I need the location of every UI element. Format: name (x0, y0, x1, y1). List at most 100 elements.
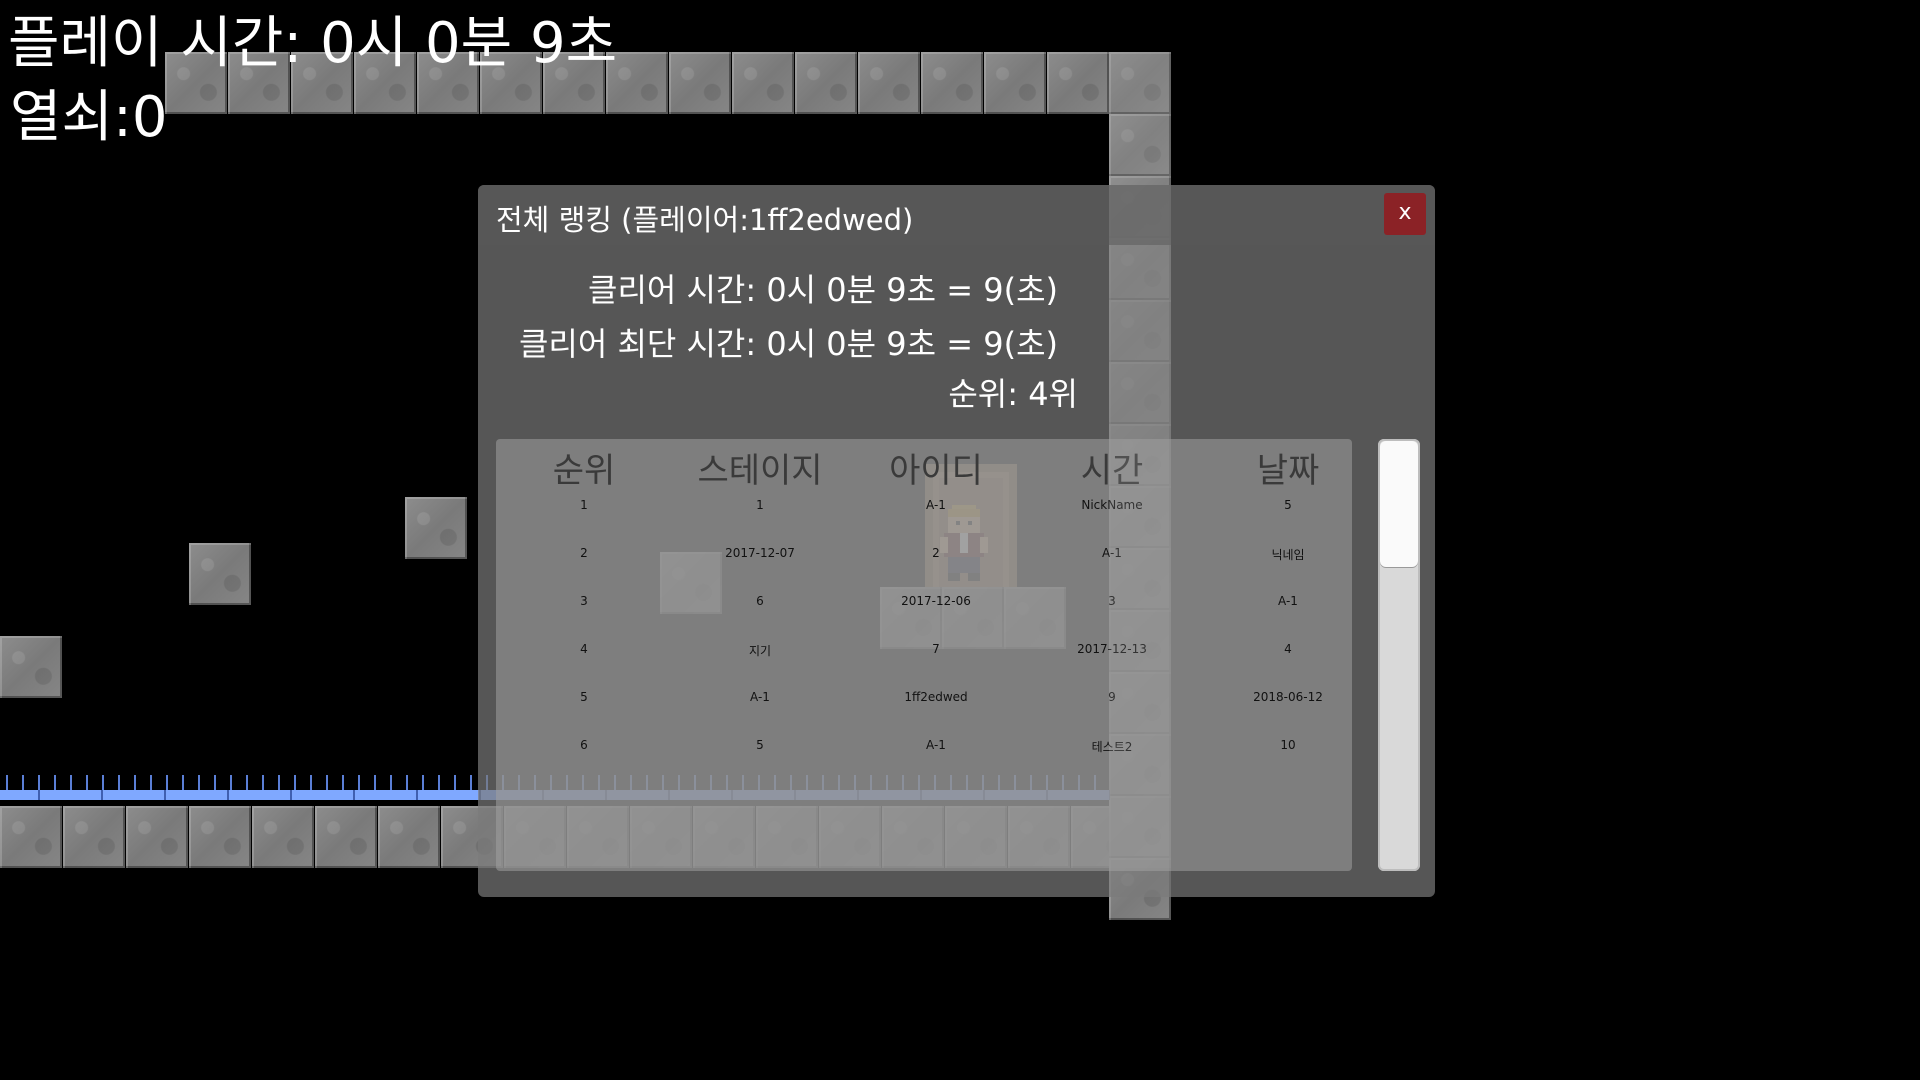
table-cell: 2017-12-13 (1077, 642, 1147, 656)
wall-tile (921, 52, 983, 114)
table-cell: 닉네임 (1271, 548, 1305, 562)
spike (358, 775, 360, 790)
spike (182, 775, 184, 790)
table-cell: 3 (580, 594, 588, 608)
spike (6, 775, 8, 790)
spike (326, 775, 328, 790)
spike (134, 775, 136, 790)
spike (54, 775, 56, 790)
column-header: 스테이지 (697, 451, 823, 491)
play-time-label: 플레이 시간: 0시 0분 9초 (8, 11, 618, 76)
wall-tile (732, 52, 794, 114)
spike (438, 775, 440, 790)
table-cell: A-1 (926, 738, 946, 752)
scrollbar-thumb[interactable] (1380, 441, 1418, 567)
table-cell: 5 (580, 690, 588, 704)
column-header: 시간 (1080, 451, 1144, 491)
wall-tile (795, 52, 857, 114)
spike (118, 775, 120, 790)
wall-tile (669, 52, 731, 114)
table-cell: 2 (580, 546, 588, 560)
table-cell: 1 (756, 498, 764, 512)
rank-text: 순위: 4위 (948, 375, 1078, 413)
floating-block (405, 497, 467, 559)
spike (374, 775, 376, 790)
floor-tile (63, 806, 125, 868)
table-cell: 2018-06-12 (1253, 690, 1323, 704)
table-cell: A-1 (1102, 546, 1122, 560)
spike (422, 775, 424, 790)
table-cell: 2 (932, 546, 940, 560)
spike (390, 775, 392, 790)
table-cell: 5 (1284, 498, 1292, 512)
table-cell: 1 (580, 498, 588, 512)
rail-divider (101, 790, 103, 800)
column-header: 순위 (552, 451, 616, 491)
spike (150, 775, 152, 790)
spike (278, 775, 280, 790)
table-cell: 7 (932, 642, 940, 656)
ranking-dialog: 전체 랭킹 (플레이어:1ff2edwed) x 클리어 시간: 0시 0분 9… (478, 185, 1435, 897)
table-cell: 6 (756, 594, 764, 608)
table-cell: 10 (1280, 738, 1296, 752)
spike (22, 775, 24, 790)
floating-block (189, 543, 251, 605)
table-cell: A-1 (926, 498, 946, 512)
column-header: 아이디 (889, 451, 983, 491)
rail-divider (290, 790, 292, 800)
rail-divider (353, 790, 355, 800)
dialog-title: 전체 랭킹 (플레이어:1ff2edwed) (496, 203, 914, 237)
spike (470, 775, 472, 790)
spike (102, 775, 104, 790)
wall-tile (858, 52, 920, 114)
wall-tile (1109, 52, 1171, 114)
spike (198, 775, 200, 790)
table-cell: A-1 (750, 690, 770, 704)
spike (342, 775, 344, 790)
table-cell: 9 (1108, 690, 1116, 704)
table-cell: 2017-12-06 (901, 594, 971, 608)
floor-tile (252, 806, 314, 868)
table-cell: 지기 (748, 644, 772, 658)
spike (310, 775, 312, 790)
wall-tile (1047, 52, 1109, 114)
dialog-header: 전체 랭킹 (플레이어:1ff2edwed) x (478, 185, 1435, 245)
rail-divider (164, 790, 166, 800)
clear-time-text: 클리어 시간: 0시 0분 9초 = 9(초) (588, 271, 1058, 309)
table-cell: 4 (1284, 642, 1292, 656)
spike (86, 775, 88, 790)
spike (214, 775, 216, 790)
spike (230, 775, 232, 790)
close-button[interactable]: x (1384, 193, 1426, 235)
spike (70, 775, 72, 790)
table-cell: 5 (756, 738, 764, 752)
floor-tile (0, 806, 62, 868)
floor-tile (378, 806, 440, 868)
column-header: 날짜 (1256, 451, 1320, 491)
table-cell: 6 (580, 738, 588, 752)
floor-tile (315, 806, 377, 868)
wall-tile (1109, 114, 1171, 176)
table-cell: 3 (1108, 594, 1116, 608)
rail-divider (227, 790, 229, 800)
best-time-text: 클리어 최단 시간: 0시 0분 9초 = 9(초) (518, 325, 1058, 363)
table-cell: 4 (580, 642, 588, 656)
table-cell: A-1 (1278, 594, 1298, 608)
spike (262, 775, 264, 790)
table-cell: 1ff2edwed (904, 690, 968, 704)
keys-counter: 열쇠:0 (10, 85, 168, 150)
spike (454, 775, 456, 790)
spike (166, 775, 168, 790)
rail-divider (38, 790, 40, 800)
spike (38, 775, 40, 790)
floor-tile (126, 806, 188, 868)
table-cell: 2017-12-07 (725, 546, 795, 560)
table-cell: 테스트2 (1091, 740, 1133, 754)
scrollbar-track[interactable] (1378, 439, 1420, 871)
wall-tile (984, 52, 1046, 114)
floating-block (0, 636, 62, 698)
table-cell: NickName (1081, 498, 1143, 512)
close-icon: x (1398, 200, 1412, 225)
rail-divider (416, 790, 418, 800)
ranking-table[interactable]: 순위 스테이지 아이디 시간 날짜 1 1 A-1 NickName 5 2 2017-12-07 2 A… (496, 439, 1352, 871)
